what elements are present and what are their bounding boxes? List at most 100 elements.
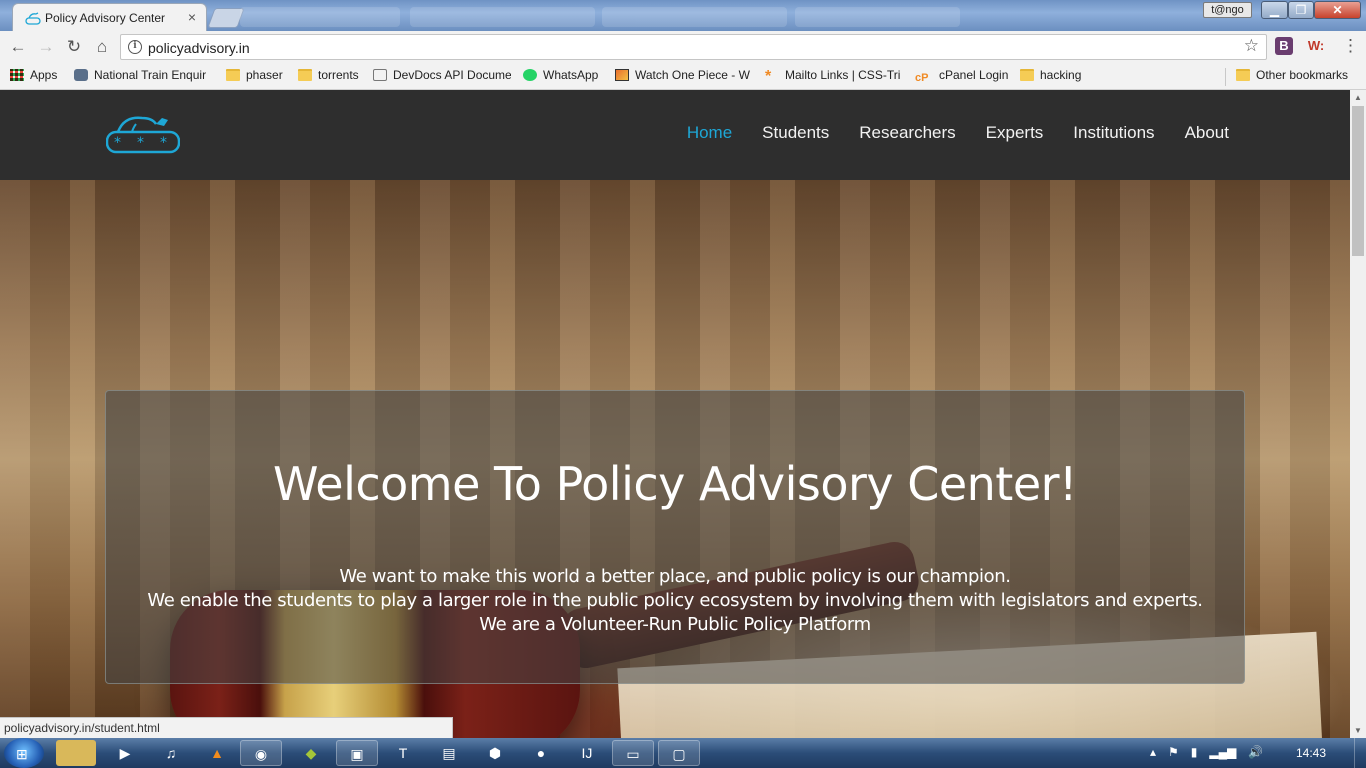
bookmark-whatsapp[interactable]: WhatsApp	[523, 68, 605, 86]
folder-icon	[298, 69, 312, 81]
windows-flag-icon: ⊞	[16, 746, 28, 762]
bookmark-star-icon[interactable]: ☆	[1244, 36, 1259, 56]
show-desktop-button[interactable]	[1354, 738, 1366, 768]
hero-line: We are a Volunteer-Run Public Policy Pla…	[479, 614, 871, 635]
page-viewport: * * * Home Students Researchers Experts …	[0, 90, 1350, 738]
scroll-thumb[interactable]	[1352, 106, 1364, 256]
tab-policy-advisory[interactable]: Policy Advisory Center ×	[12, 3, 207, 31]
site-favicon-icon	[25, 12, 41, 25]
home-icon[interactable]: ⌂	[92, 37, 112, 57]
window-preview-icon[interactable]: ▢	[658, 740, 700, 766]
site-logo-icon[interactable]: * * *	[106, 110, 180, 156]
close-window-button[interactable]: ✕	[1314, 1, 1361, 19]
taskbar-clock[interactable]: 14:43	[1296, 746, 1326, 760]
svg-text:*: *	[137, 135, 144, 151]
browser-menu-icon[interactable]: ⋮	[1342, 37, 1359, 54]
status-url-bubble: policyadvisory.in/student.html	[0, 717, 453, 738]
bookmark-cpanel[interactable]: cP cPanel Login	[915, 68, 1010, 86]
other-bookmarks[interactable]: Other bookmarks	[1236, 68, 1356, 86]
typora-icon[interactable]: T	[382, 740, 424, 766]
maximize-button[interactable]: ❐	[1288, 1, 1314, 19]
action-center-icon[interactable]: ⚑	[1168, 745, 1179, 759]
nav-home[interactable]: Home	[687, 123, 732, 143]
background-tab[interactable]	[240, 7, 400, 27]
background-tab[interactable]	[602, 7, 787, 27]
hero-line: We want to make this world a better plac…	[339, 566, 1011, 587]
reload-icon[interactable]: ↻	[64, 37, 84, 57]
media-player-icon[interactable]: ▶	[104, 740, 146, 766]
folder-icon	[1020, 69, 1034, 81]
system-tray: ▴ ⚑ ▮ ▂▄▆ 🔊	[1150, 745, 1263, 759]
sublime-icon[interactable]: ▣	[336, 740, 378, 766]
video-icon	[615, 69, 629, 81]
scroll-up-icon[interactable]: ▲	[1354, 93, 1362, 102]
intellij-icon[interactable]: IJ	[566, 740, 608, 766]
nav-researchers[interactable]: Researchers	[859, 123, 955, 143]
whatsapp-icon	[523, 69, 537, 81]
extension-b-icon[interactable]: B	[1275, 37, 1293, 55]
itunes-icon[interactable]: ♫	[150, 740, 192, 766]
folder-icon	[226, 69, 240, 81]
svg-text:*: *	[160, 135, 167, 151]
nav-about[interactable]: About	[1185, 123, 1229, 143]
virtualbox-icon[interactable]: ⬢	[474, 740, 516, 766]
bookmark-hacking[interactable]: hacking	[1020, 68, 1090, 86]
chrome-icon[interactable]: ◉	[240, 740, 282, 766]
svg-text:*: *	[114, 135, 121, 151]
bookmark-apps[interactable]: Apps	[10, 68, 70, 86]
welcome-panel: Welcome To Policy Advisory Center! We wa…	[105, 390, 1245, 684]
site-info-icon[interactable]: i	[128, 40, 142, 54]
hero-description: We want to make this world a better plac…	[106, 565, 1244, 637]
bookmarks-divider	[1225, 68, 1226, 86]
tab-close-icon[interactable]: ×	[188, 9, 196, 25]
apps-grid-icon	[10, 69, 24, 81]
browser-toolbar: ← → ↻ ⌂ i policyadvisory.in ☆ B W: ⋮	[0, 31, 1366, 63]
battery-icon[interactable]: ▮	[1191, 745, 1198, 759]
start-button[interactable]: ⊞	[4, 738, 44, 768]
background-tabs	[240, 4, 960, 27]
nav-students[interactable]: Students	[762, 123, 829, 143]
explorer-icon[interactable]	[56, 740, 96, 766]
browser-window: Policy Advisory Center × t@ngo ▁ ❐ ✕ ← →…	[0, 0, 1366, 768]
tab-strip: Policy Advisory Center × t@ngo ▁ ❐ ✕	[0, 0, 1366, 31]
bookmark-mailto[interactable]: * Mailto Links | CSS-Tri	[765, 68, 903, 86]
bookmark-one-piece[interactable]: Watch One Piece - W	[615, 68, 751, 86]
minimize-button[interactable]: ▁	[1261, 1, 1288, 19]
bookmark-devdocs[interactable]: DevDocs API Docume	[373, 68, 511, 86]
profile-button[interactable]: t@ngo	[1203, 2, 1252, 18]
signal-icon[interactable]: ▂▄▆	[1209, 745, 1236, 759]
nav-experts[interactable]: Experts	[986, 123, 1044, 143]
hero-heading: Welcome To Policy Advisory Center!	[272, 457, 1078, 511]
page-scrollbar[interactable]: ▲ ▼	[1350, 90, 1366, 738]
nox-icon[interactable]: ●	[520, 740, 562, 766]
background-tab[interactable]	[795, 7, 960, 27]
forward-icon[interactable]: →	[36, 37, 56, 57]
extension-w-icon[interactable]: W:	[1305, 37, 1327, 55]
back-icon[interactable]: ←	[8, 37, 28, 57]
background-tab[interactable]	[410, 7, 595, 27]
hero-section: Welcome To Policy Advisory Center! We wa…	[0, 180, 1350, 738]
cpanel-icon: cP	[915, 72, 929, 84]
bookmark-train[interactable]: National Train Enquir	[74, 68, 209, 86]
nav-institutions[interactable]: Institutions	[1073, 123, 1154, 143]
train-icon	[74, 69, 88, 81]
asterisk-icon: *	[765, 68, 772, 85]
devdocs-icon	[373, 69, 387, 81]
address-bar[interactable]: i policyadvisory.in ☆	[120, 34, 1267, 60]
notepad-icon[interactable]: ▤	[428, 740, 470, 766]
site-navbar: * * * Home Students Researchers Experts …	[0, 90, 1350, 180]
scroll-down-icon[interactable]: ▼	[1354, 726, 1362, 735]
terminal-icon[interactable]: ▭	[612, 740, 654, 766]
tray-expand-icon[interactable]: ▴	[1150, 745, 1156, 759]
android-studio-icon[interactable]: ◆	[290, 740, 332, 766]
volume-icon[interactable]: 🔊	[1248, 745, 1263, 759]
main-nav: Home Students Researchers Experts Instit…	[657, 123, 1229, 143]
tab-title: Policy Advisory Center	[45, 11, 166, 25]
windows-taskbar: ⊞ ▶ ♫ ▲ ◉ ◆ ▣ T ▤ ⬢ ● IJ ▭ ▢ ▴ ⚑ ▮ ▂▄▆ 🔊…	[0, 738, 1366, 768]
bookmark-torrents[interactable]: torrents	[298, 68, 364, 86]
bookmark-phaser[interactable]: phaser	[226, 68, 288, 86]
url-text[interactable]: policyadvisory.in	[148, 40, 250, 56]
bookmarks-bar: Apps National Train Enquir phaser torren…	[0, 63, 1366, 90]
folder-icon	[1236, 69, 1250, 81]
vlc-icon[interactable]: ▲	[196, 740, 238, 766]
